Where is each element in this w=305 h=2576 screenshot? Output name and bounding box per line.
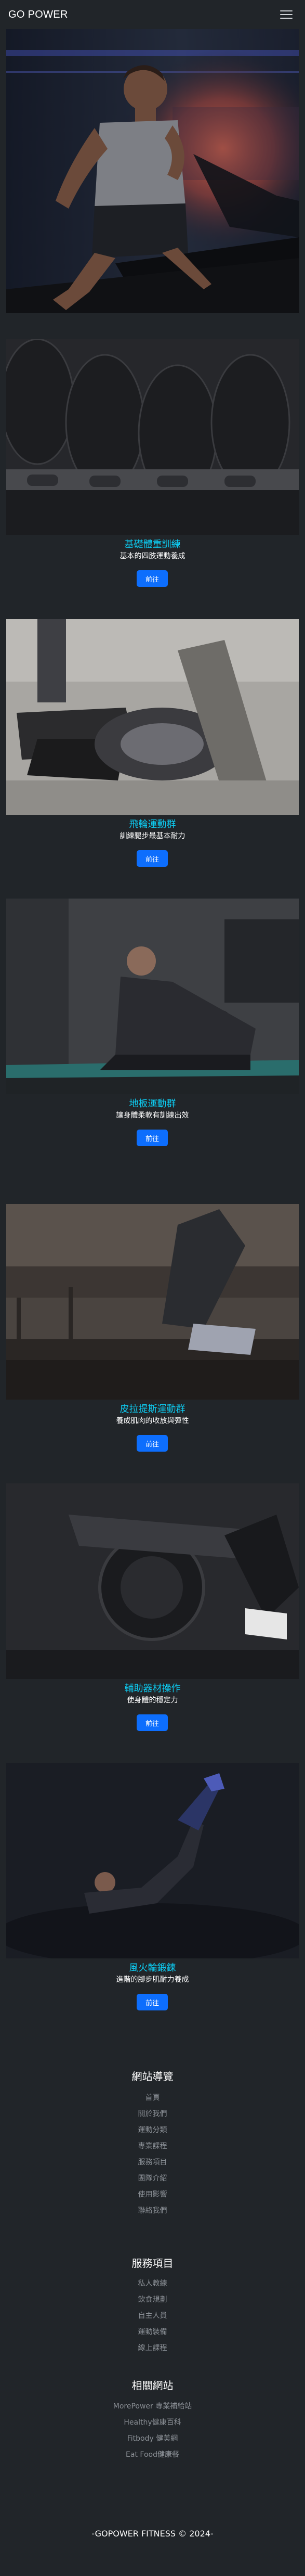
footer-link[interactable]: 線上課程 xyxy=(0,2342,305,2353)
course-description: 基本的四肢運動養成 xyxy=(120,552,185,560)
course-image xyxy=(6,1204,299,1400)
course-go-button[interactable]: 前往 xyxy=(137,1994,168,2010)
hero-image xyxy=(6,29,299,313)
copyright: -GOPOWER FITNESS © 2024- xyxy=(91,2529,214,2539)
footer-heading: 相關網站 xyxy=(131,2379,174,2392)
course-description: 讓身體柔軟有訓練出效 xyxy=(116,1111,189,1120)
course-title: 皮拉提斯運動群 xyxy=(120,1404,185,1415)
course-image xyxy=(6,619,299,815)
course-description: 訓練腿步最基本耐力 xyxy=(120,832,185,840)
course-title: 基礎體重訓練 xyxy=(124,539,181,550)
course-title: 風火輪鍛鍊 xyxy=(129,1963,176,1973)
course-description: 使身體的穩定力 xyxy=(127,1696,178,1704)
footer-link[interactable]: Eat Food健康餐 xyxy=(0,2449,305,2459)
course-image xyxy=(6,1763,299,1958)
course-description: 養成肌肉的收放與彈性 xyxy=(116,1417,189,1425)
course-image xyxy=(6,339,299,535)
footer-link[interactable]: 關於我們 xyxy=(0,2108,305,2119)
course-go-button[interactable]: 前往 xyxy=(137,1435,168,1452)
footer-link[interactable]: 團隊介紹 xyxy=(0,2173,305,2183)
footer-link[interactable]: 服務項目 xyxy=(0,2157,305,2167)
footer-link[interactable]: Healthy健康百科 xyxy=(0,2417,305,2427)
course-image xyxy=(6,1483,299,1679)
course-title: 地板運動群 xyxy=(129,1098,176,1109)
footer-link[interactable]: 自主人員 xyxy=(0,2310,305,2321)
course-title: 輔助器材操作 xyxy=(124,1683,181,1694)
footer-heading: 網站導覽 xyxy=(131,2070,174,2083)
course-go-button[interactable]: 前往 xyxy=(137,570,168,587)
footer-link[interactable]: 專業課程 xyxy=(0,2141,305,2151)
brand-logo[interactable]: GO POWER xyxy=(8,9,68,21)
footer-link[interactable]: 運動裝備 xyxy=(0,2326,305,2337)
course-image xyxy=(6,899,299,1094)
footer-link[interactable]: 運動分類 xyxy=(0,2124,305,2135)
footer-link[interactable]: MorePower 專業補給站 xyxy=(0,2401,305,2411)
hamburger-menu-icon[interactable] xyxy=(276,5,297,24)
footer-link[interactable]: Fitbody 健美網 xyxy=(0,2433,305,2443)
course-go-button[interactable]: 前往 xyxy=(137,1714,168,1731)
course-description: 進階的腳步肌耐力養成 xyxy=(116,1976,189,1984)
footer-link[interactable]: 首頁 xyxy=(0,2092,305,2103)
footer-link[interactable]: 聯絡我們 xyxy=(0,2205,305,2215)
course-go-button[interactable]: 前往 xyxy=(137,1130,168,1146)
footer-link[interactable]: 飲食規劃 xyxy=(0,2294,305,2304)
course-go-button[interactable]: 前往 xyxy=(137,850,168,867)
footer-link[interactable]: 使用影響 xyxy=(0,2189,305,2199)
footer-link[interactable]: 私人教練 xyxy=(0,2278,305,2288)
course-title: 飛輪運動群 xyxy=(129,819,176,830)
navbar: GO POWER xyxy=(0,0,305,29)
footer-heading: 服務項目 xyxy=(131,2257,174,2270)
